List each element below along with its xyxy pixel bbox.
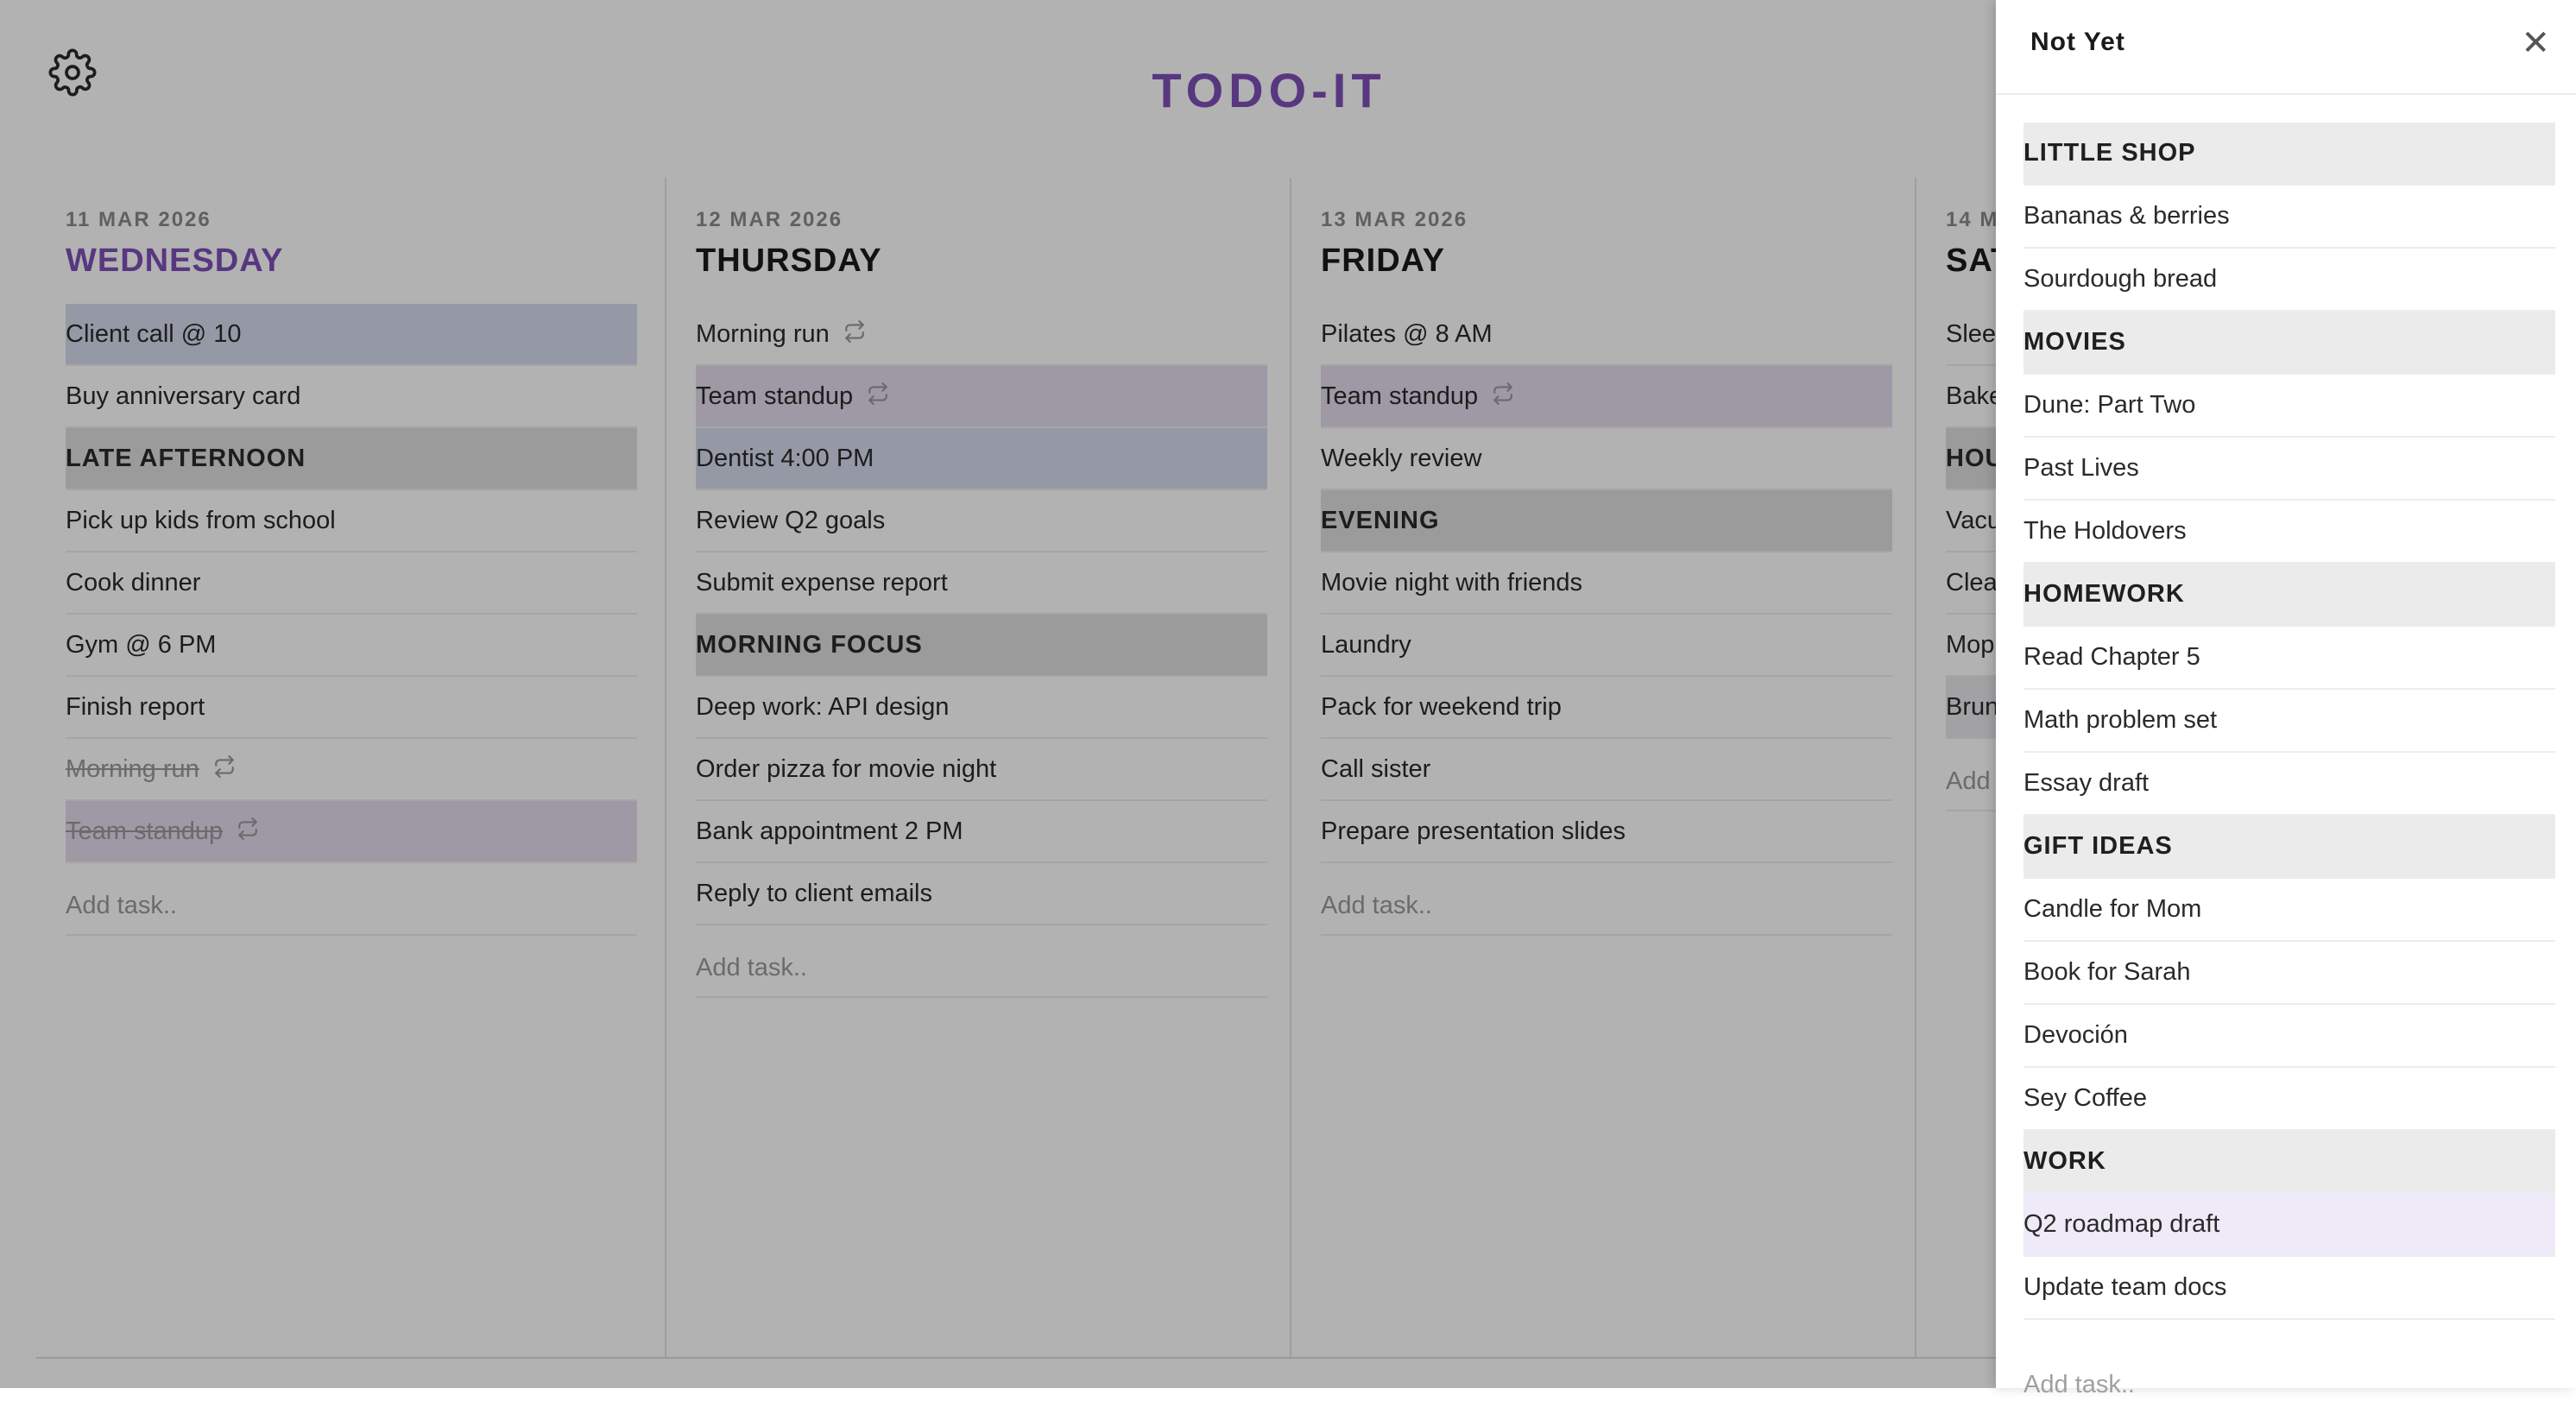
backlog-item[interactable]: Book for Sarah [2024,942,2555,1005]
panel-header: Not Yet ✕ [1996,0,2576,95]
backlog-item[interactable]: Sey Coffee [2024,1068,2555,1131]
not-yet-list: LITTLE SHOP Bananas & berries Sourdough br… [2024,123,2555,1401]
backlog-item[interactable]: Q2 roadmap draft [2024,1194,2555,1257]
not-yet-panel: Not Yet ✕ LITTLE SHOP Bananas & berries So… [1996,0,2576,1398]
backlog-item[interactable]: The Holdovers [2024,501,2555,564]
backlog-item[interactable]: Past Lives [2024,438,2555,501]
close-icon[interactable]: ✕ [2521,22,2550,64]
backlog-item[interactable]: Essay draft [2024,753,2555,816]
group-heading[interactable]: WORK [2024,1131,2555,1194]
add-task-input[interactable]: Add task.. [2024,1320,2555,1401]
group-heading[interactable]: HOMEWORK [2024,564,2555,627]
group-heading[interactable]: GIFT IDEAS [2024,816,2555,879]
panel-title: Not Yet [2030,28,2125,56]
group-heading[interactable]: MOVIES [2024,312,2555,375]
backlog-item[interactable]: Math problem set [2024,690,2555,753]
group-heading[interactable]: LITTLE SHOP [2024,123,2555,186]
backlog-item[interactable]: Bananas & berries [2024,186,2555,249]
backlog-item[interactable]: Dune: Part Two [2024,375,2555,438]
backlog-item[interactable]: Read Chapter 5 [2024,627,2555,690]
backlog-item[interactable]: Update team docs [2024,1257,2555,1320]
backlog-item[interactable]: Devoción [2024,1005,2555,1068]
backlog-item[interactable]: Candle for Mom [2024,879,2555,942]
backlog-item[interactable]: Sourdough bread [2024,249,2555,312]
